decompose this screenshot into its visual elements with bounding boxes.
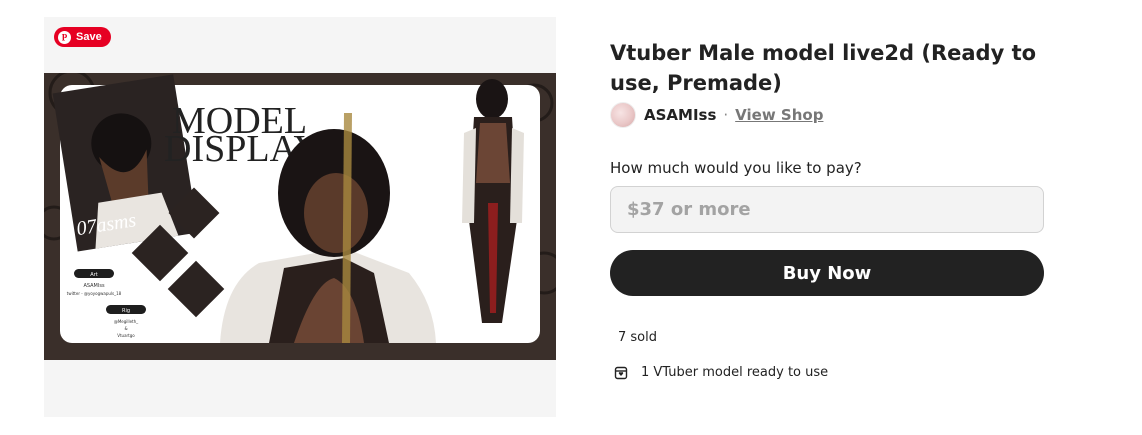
separator-dot: · (723, 106, 729, 124)
shop-name[interactable]: ASAMIss (644, 106, 716, 124)
svg-text:@Megilleth_: @Megilleth_ (114, 319, 139, 324)
svg-text:ASAMIss: ASAMIss (83, 283, 105, 289)
price-input[interactable] (610, 186, 1044, 233)
pinterest-icon: P (58, 30, 71, 44)
pinterest-save-button[interactable]: P Save (54, 27, 111, 47)
feature-text: 1 VTuber model ready to use (641, 365, 829, 380)
buy-now-button[interactable]: Buy Now (610, 250, 1044, 296)
save-label: Save (76, 31, 102, 43)
svg-text:&: & (124, 326, 127, 331)
product-title: Vtuber Male model live2d (Ready to use, … (610, 41, 1037, 95)
svg-text:Vtuartgo: Vtuartgo (117, 333, 135, 338)
view-shop-link[interactable]: View Shop (735, 106, 823, 124)
box-icon (614, 366, 628, 379)
svg-text:P: P (62, 33, 68, 42)
product-media: P Save 07asms MODEL DISPLAY Art ASAMIss … (44, 17, 556, 417)
product-info: Vtuber Male model live2d (Ready to use, … (610, 38, 1050, 380)
shop-avatar[interactable] (610, 102, 636, 128)
sold-count: 7 sold (618, 330, 657, 345)
svg-text:Rig: Rig (122, 308, 130, 314)
svg-text:twitter - @yoyogwapuls_18: twitter - @yoyogwapuls_18 (67, 291, 122, 296)
feature-item: 1 VTuber model ready to use (614, 365, 828, 380)
pay-question-label: How much would you like to pay? (610, 159, 862, 177)
shop-row: ASAMIss · View Shop (610, 102, 1050, 128)
product-artwork: 07asms MODEL DISPLAY Art ASAMIss twitter… (44, 73, 556, 360)
svg-text:Art: Art (90, 272, 97, 278)
